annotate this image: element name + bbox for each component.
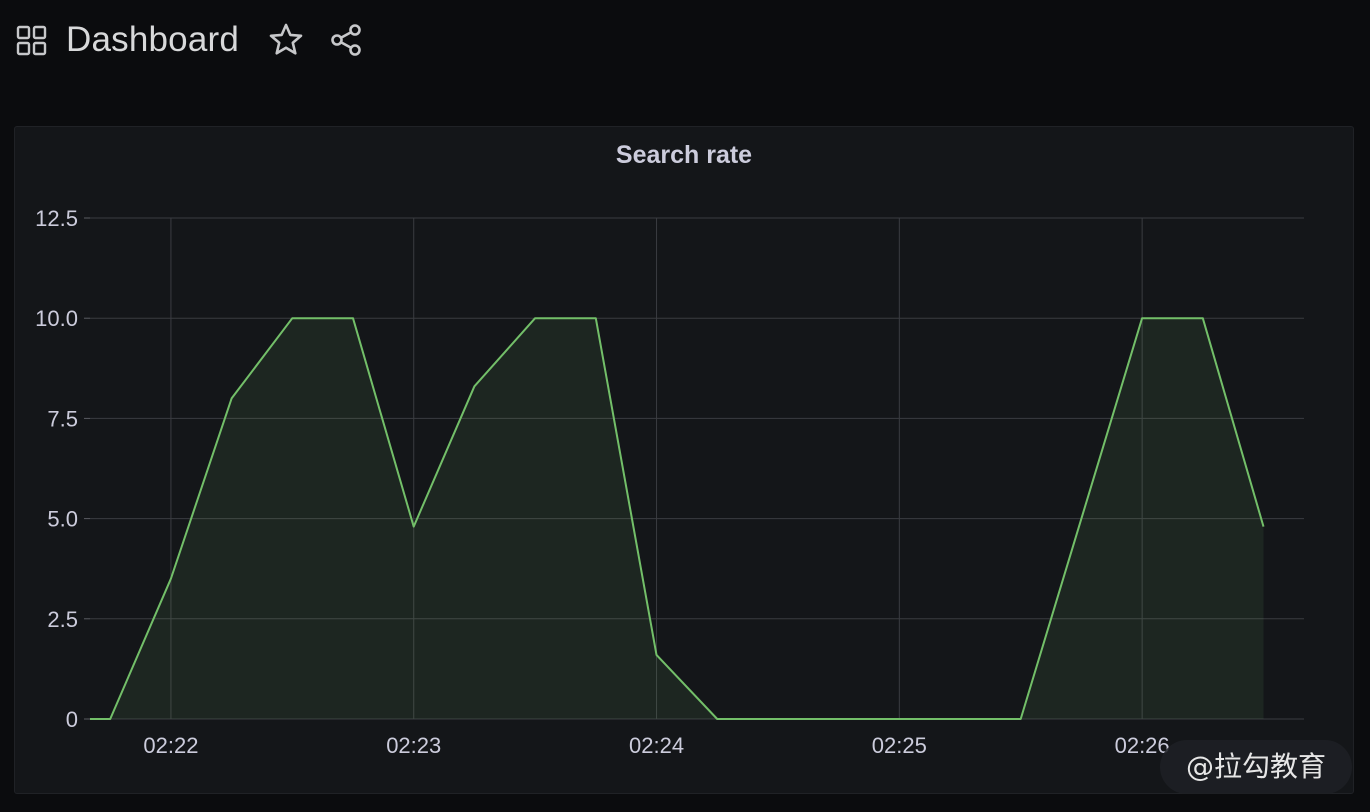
x-tick-label: 02:23 xyxy=(386,733,441,758)
y-tick-label: 2.5 xyxy=(47,607,78,632)
y-tick-label: 10.0 xyxy=(35,306,78,331)
watermark: @拉勾教育 xyxy=(1160,740,1352,794)
y-tick-label: 5.0 xyxy=(47,507,78,532)
x-tick-label: 02:24 xyxy=(629,733,684,758)
x-tick-label: 02:22 xyxy=(143,733,198,758)
search-rate-chart: 0 2.5 5.0 7.5 10.0 12.5 02:22 02:23 02:24 02:25 02… xyxy=(35,206,1304,758)
x-tick-label: 02:26 xyxy=(1115,733,1170,758)
y-tick-label: 12.5 xyxy=(35,206,78,231)
x-tick-label: 02:25 xyxy=(872,733,927,758)
y-tick-label: 7.5 xyxy=(47,406,78,431)
y-tick-label: 0 xyxy=(66,707,78,732)
